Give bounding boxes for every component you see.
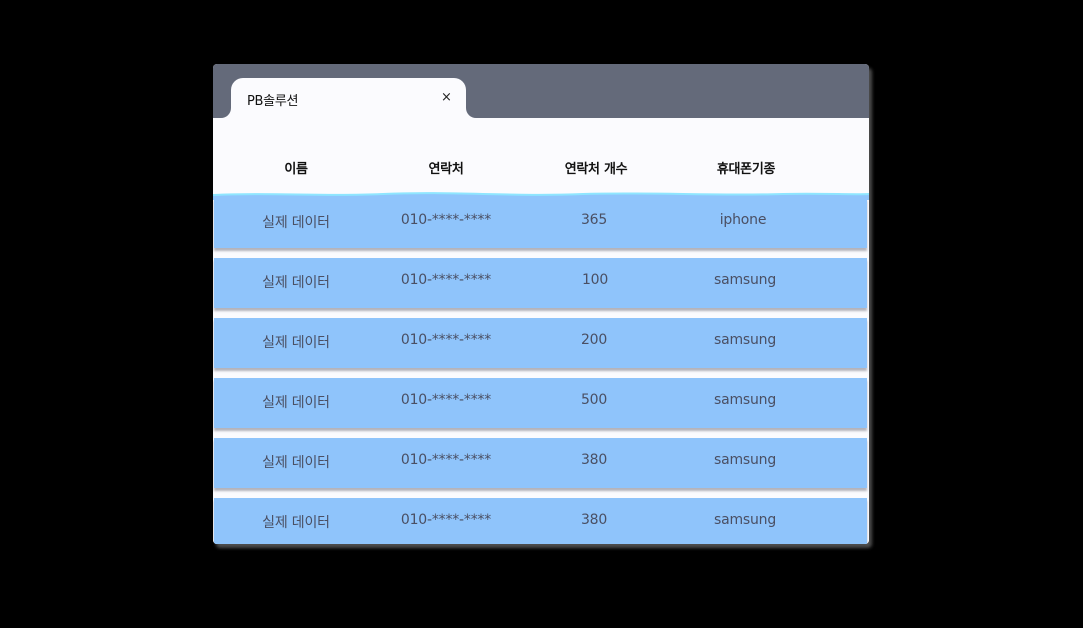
table-row[interactable]: 실제 데이터 010-****-**** 380 samsung	[214, 498, 867, 544]
cell-contact: 010-****-****	[400, 332, 492, 348]
table-row[interactable]: 실제 데이터 010-****-**** 365 iphone	[214, 198, 867, 248]
cell-name: 실제 데이터	[262, 395, 330, 411]
cell-name: 실제 데이터	[262, 215, 330, 231]
cell-contact: 010-****-****	[400, 272, 492, 288]
title-bar: PB솔루션 ×	[213, 64, 869, 118]
cell-phone-model: iphone	[719, 212, 767, 228]
cell-contact-count: 380	[580, 452, 608, 468]
cell-contact-count: 365	[580, 212, 608, 228]
cell-contact: 010-****-****	[400, 212, 492, 228]
cell-phone-model: samsung	[713, 272, 777, 288]
close-icon[interactable]: ×	[441, 90, 452, 106]
tab-title: PB솔루션	[247, 94, 299, 109]
table-row[interactable]: 실제 데이터 010-****-**** 380 samsung	[214, 438, 867, 488]
column-header-name: 이름	[284, 162, 308, 177]
cell-phone-model: samsung	[713, 332, 777, 348]
browser-tab[interactable]: PB솔루션 ×	[231, 78, 466, 118]
cell-name: 실제 데이터	[262, 275, 330, 291]
cell-name: 실제 데이터	[262, 515, 330, 531]
table-body: 실제 데이터 010-****-**** 365 iphone 실제 데이터 0…	[213, 194, 869, 544]
cell-contact-count: 500	[580, 392, 608, 408]
cell-phone-model: samsung	[713, 512, 777, 528]
table-header: 이름 연락처 연락처 개수 휴대폰기종	[213, 158, 869, 178]
column-header-contact-count: 연락처 개수	[564, 162, 628, 177]
cell-contact-count: 380	[580, 512, 608, 528]
table-panel: 이름 연락처 연락처 개수 휴대폰기종 실제 데이터 010-****-****…	[213, 118, 869, 544]
cell-contact-count: 200	[580, 332, 608, 348]
cell-contact: 010-****-****	[400, 512, 492, 528]
cell-phone-model: samsung	[713, 392, 777, 408]
cell-contact: 010-****-****	[400, 452, 492, 468]
cell-phone-model: samsung	[713, 452, 777, 468]
table-row[interactable]: 실제 데이터 010-****-**** 500 samsung	[214, 378, 867, 428]
column-header-contact: 연락처	[428, 162, 464, 177]
cell-name: 실제 데이터	[262, 455, 330, 471]
table-row[interactable]: 실제 데이터 010-****-**** 100 samsung	[214, 258, 867, 308]
cell-contact-count: 100	[581, 272, 609, 288]
table-row[interactable]: 실제 데이터 010-****-**** 200 samsung	[214, 318, 867, 368]
cell-contact: 010-****-****	[400, 392, 492, 408]
cell-name: 실제 데이터	[262, 335, 330, 351]
app-window: PB솔루션 × 이름 연락처 연락처 개수 휴대폰기종 실제 데이터 010-*…	[213, 64, 869, 544]
column-header-phone-model: 휴대폰기종	[716, 162, 776, 177]
